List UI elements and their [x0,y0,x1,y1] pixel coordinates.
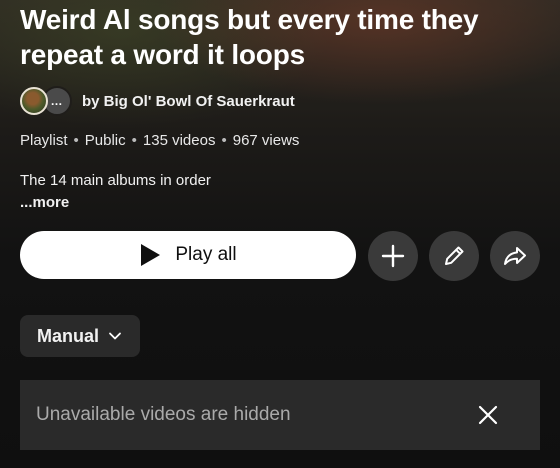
play-icon [141,244,161,266]
unavailable-videos-notice: Unavailable videos are hidden [20,380,540,450]
playlist-description: The 14 main albums in order [20,172,211,189]
sort-selected-label: Manual [36,325,99,346]
plus-icon [381,244,405,268]
add-to-library-button[interactable] [368,231,418,281]
playlist-meta: Playlist • Public • 135 videos • 967 views [20,132,299,149]
video-count: 135 videos [142,132,216,149]
separator-dot: • [73,132,79,149]
owner-row[interactable]: … by Big Ol' Bowl Of Sauerkraut [20,86,295,116]
playlist-type: Playlist [20,132,68,149]
edit-button[interactable] [429,231,479,281]
view-count: 967 views [232,132,300,149]
separator-dot: • [131,132,137,149]
avatar[interactable] [20,87,48,115]
playlist-visibility: Public [84,132,126,149]
owner-name[interactable]: by Big Ol' Bowl Of Sauerkraut [82,93,295,110]
chevron-down-icon [109,332,121,340]
sort-dropdown[interactable]: Manual [20,315,140,357]
separator-dot: • [221,132,227,149]
play-all-button[interactable]: Play all [20,231,356,279]
close-icon [478,405,498,425]
share-button[interactable] [490,231,540,281]
notice-text: Unavailable videos are hidden [36,404,291,425]
playlist-title: Weird Al songs but every time they repea… [20,4,479,70]
share-arrow-icon [504,247,526,265]
notice-close-button[interactable] [476,403,500,427]
play-all-label: Play all [175,244,237,265]
more-link[interactable]: ...more [20,194,69,211]
pencil-icon [445,246,464,265]
